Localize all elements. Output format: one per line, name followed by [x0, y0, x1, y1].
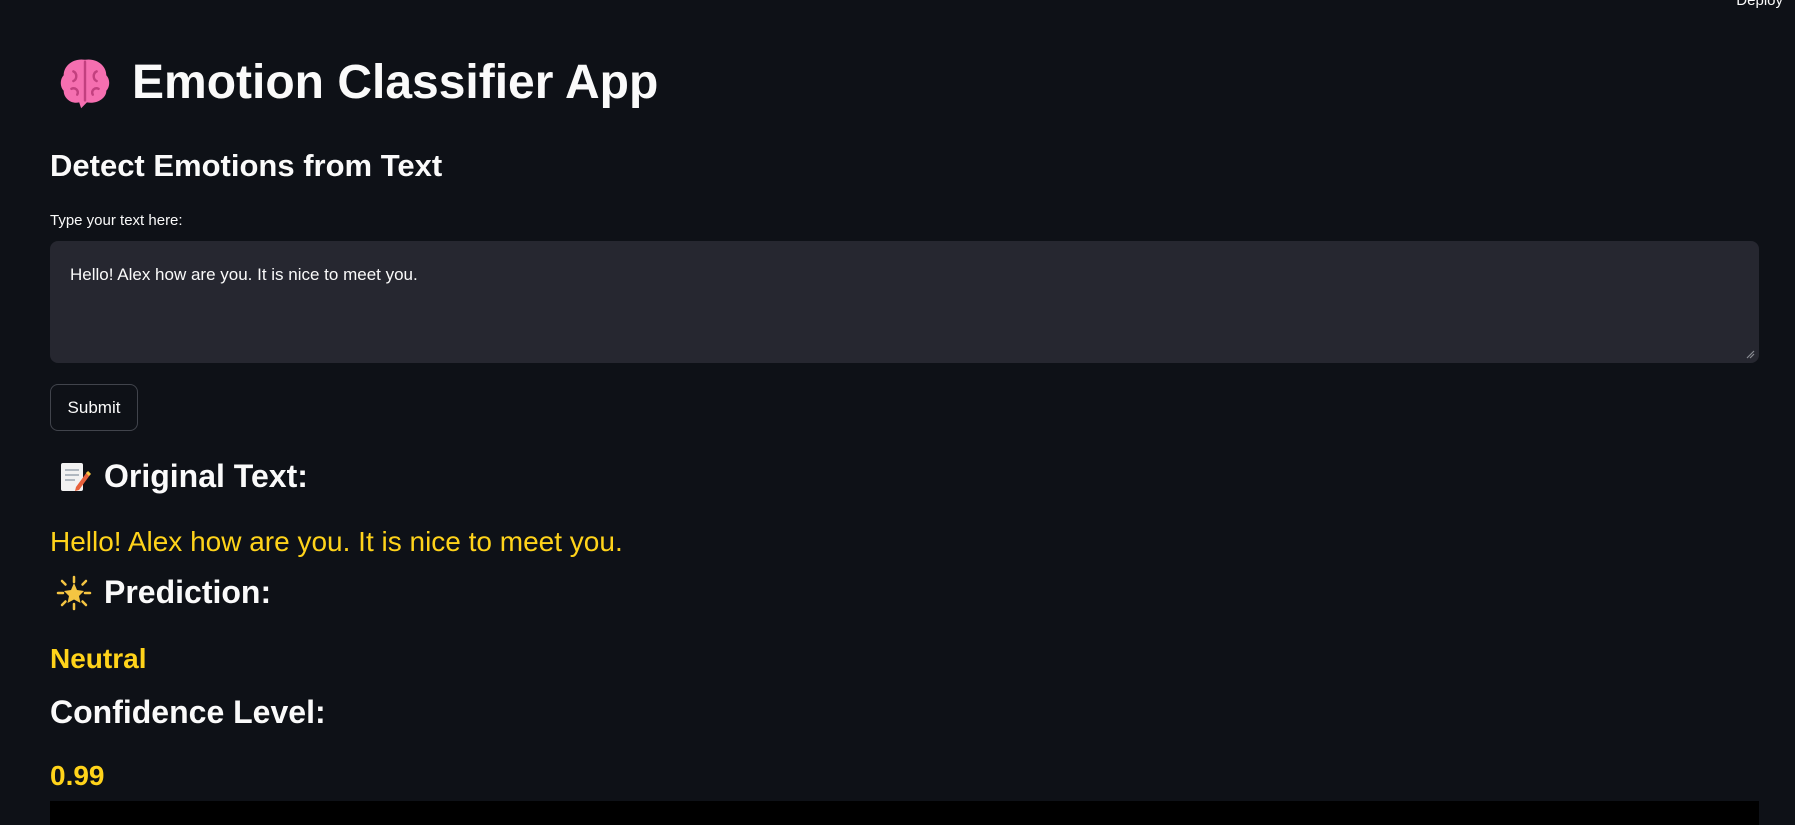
submit-button[interactable]: Submit	[50, 384, 138, 431]
page-title-text: Emotion Classifier App	[132, 56, 659, 110]
original-text-value: Hello! Alex how are you. It is nice to m…	[50, 526, 623, 557]
brain-icon	[60, 59, 110, 109]
memo-icon	[61, 462, 92, 491]
original-text-heading-text: Original Text:	[104, 458, 308, 494]
resize-handle-icon[interactable]	[1746, 350, 1755, 359]
glowing-star-icon	[56, 575, 92, 610]
prediction-heading: Prediction:	[56, 574, 271, 611]
original-text-heading: Original Text:	[56, 458, 308, 495]
confidence-value: 0.99	[50, 760, 105, 791]
text-input-container: Hello! Alex how are you. It is nice to m…	[50, 241, 1759, 363]
text-input[interactable]: Hello! Alex how are you. It is nice to m…	[50, 241, 1759, 363]
confidence-heading: Confidence Level:	[50, 694, 326, 730]
prediction-heading-text: Prediction:	[104, 574, 272, 610]
page-subtitle: Detect Emotions from Text	[50, 148, 443, 183]
prediction-value: Neutral	[50, 643, 147, 674]
text-input-label: Type your text here:	[50, 212, 183, 229]
page-title: Emotion Classifier App	[54, 52, 658, 114]
deploy-button[interactable]: Deploy	[1736, 0, 1783, 9]
chart-area	[50, 801, 1759, 825]
